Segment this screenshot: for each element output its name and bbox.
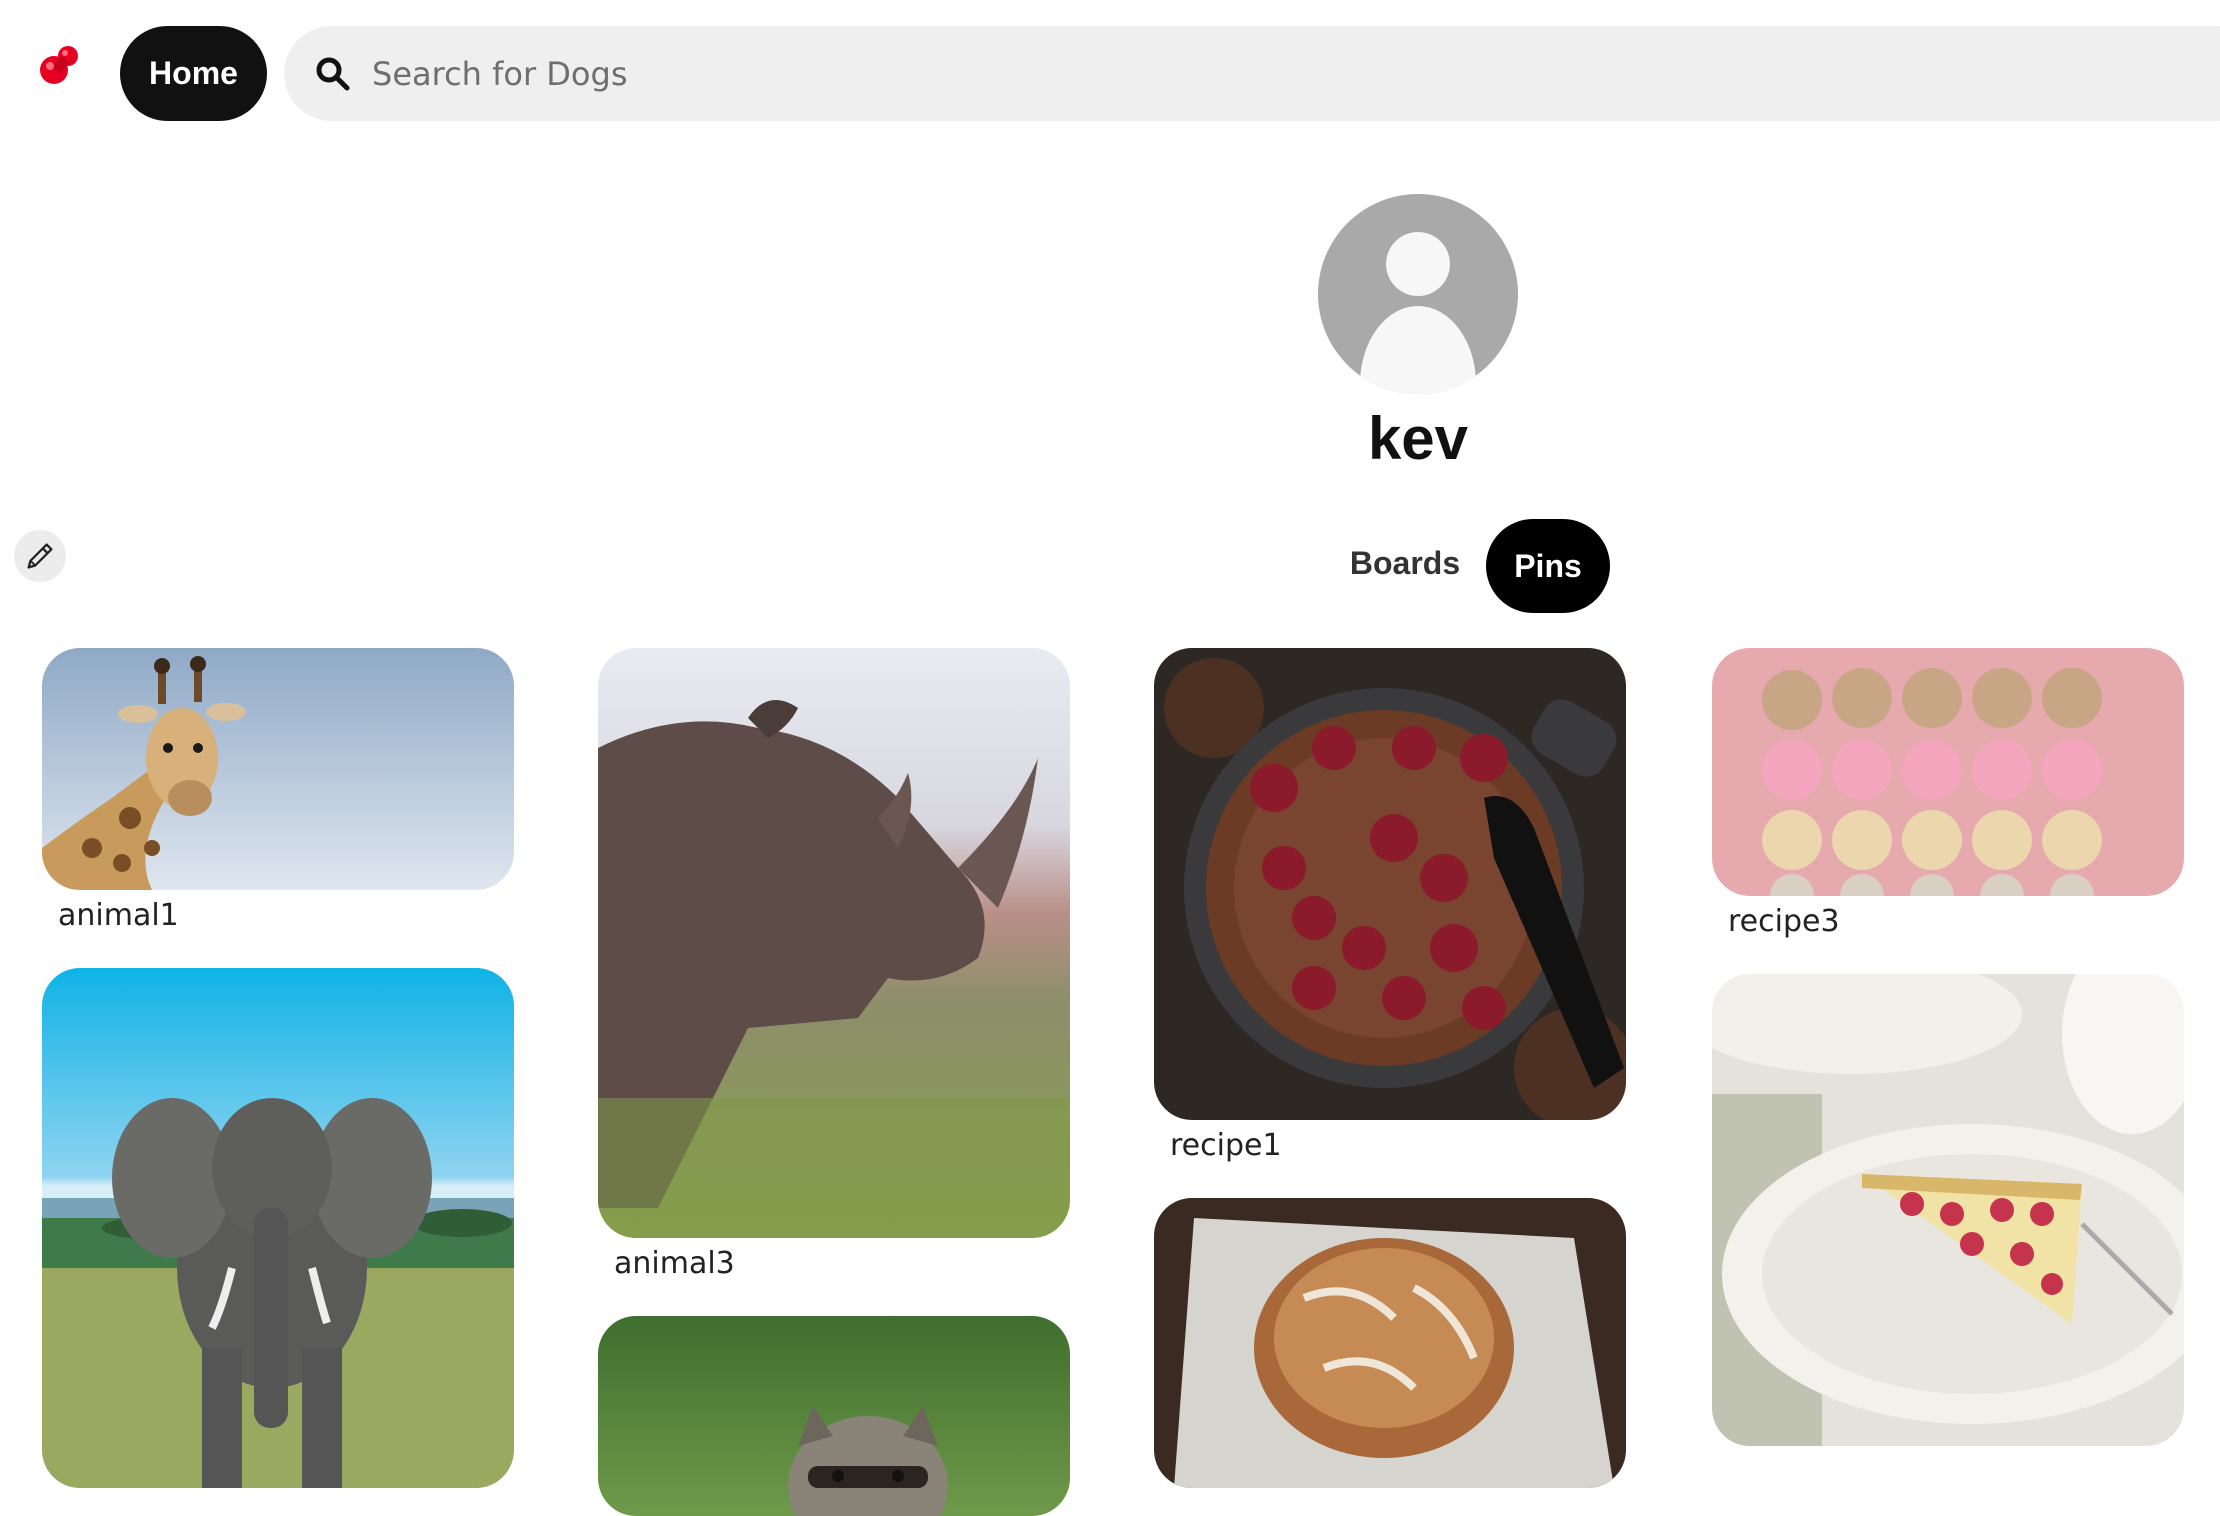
pin-caption: recipe3 [1728,904,1840,939]
pin-caption: recipe1 [1170,1128,1282,1163]
pin-image-bread-loaf[interactable] [1154,1198,1626,1488]
tab-boards[interactable]: Boards [1330,530,1480,596]
search-bar[interactable] [284,26,2220,121]
profile-username: kev [1367,405,1469,472]
pin-image-raccoon[interactable] [598,1316,1070,1516]
search-input[interactable] [370,53,1374,94]
pin-image-chocolate-cherry-cake[interactable] [1154,648,1626,1120]
pin-image-raspberry-tart[interactable] [1712,974,2184,1446]
pin-caption: animal1 [58,898,179,933]
pin-image-giraffe[interactable] [42,648,514,890]
pin-image-rhinoceros[interactable] [598,648,1070,1238]
home-button[interactable]: Home [120,26,267,121]
pin-caption: animal3 [614,1246,735,1281]
user-avatar-icon [1318,194,1518,394]
pin-image-elephant[interactable] [42,968,514,1488]
tab-pins[interactable]: Pins [1486,519,1610,613]
pencil-icon[interactable] [14,530,66,582]
pin-image-macarons[interactable] [1712,648,2184,896]
search-icon [316,57,350,90]
pushpin-icon[interactable] [32,40,84,92]
